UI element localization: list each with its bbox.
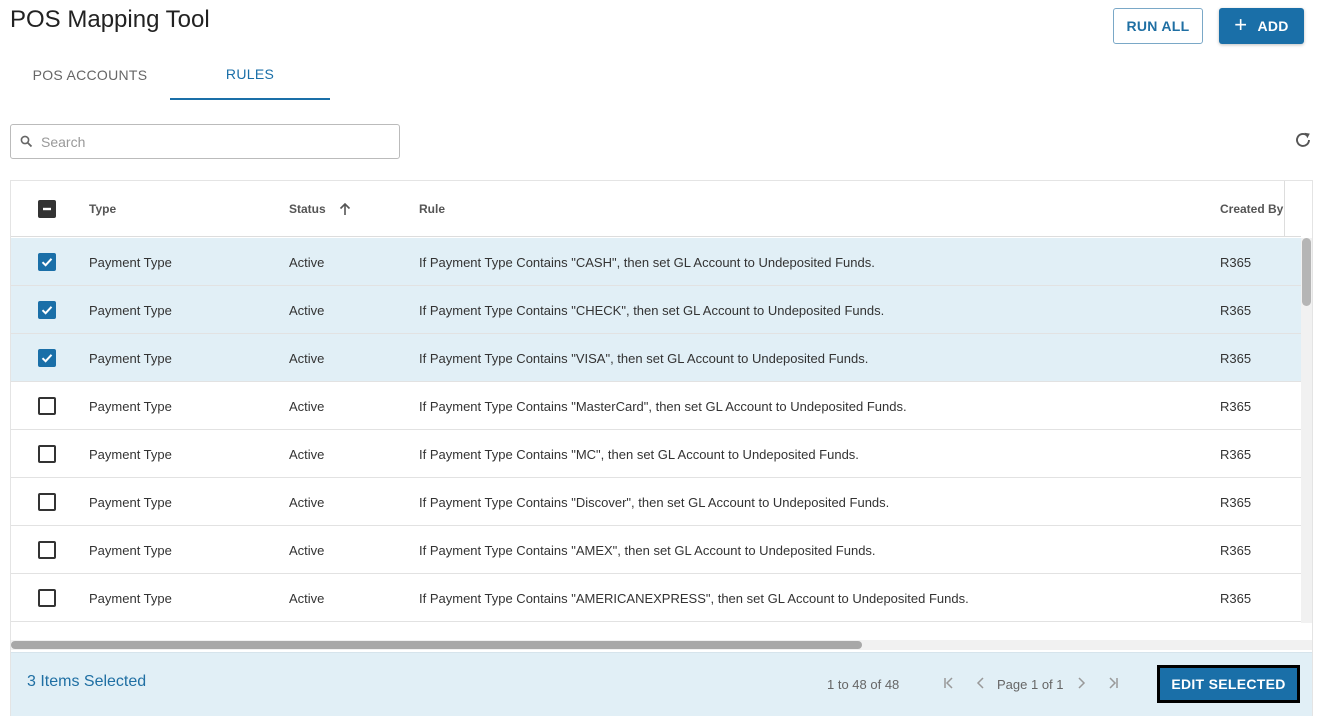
checkmark-icon	[41, 258, 53, 267]
row-checkbox[interactable]	[38, 589, 56, 607]
cell-type: Payment Type	[89, 494, 172, 510]
cell-status: Active	[289, 542, 325, 558]
horizontal-scrollbar[interactable]	[11, 640, 1312, 650]
table-row[interactable]: Payment Type Active If Payment Type Contai…	[11, 382, 1301, 430]
select-all-checkbox[interactable]	[38, 200, 56, 218]
table-row[interactable]: Payment Type Active If Payment Type Contai…	[11, 478, 1301, 526]
cell-created-by: R365	[1220, 254, 1252, 270]
cell-created-by: R365	[1220, 446, 1252, 462]
cell-status: Active	[289, 590, 325, 606]
column-header-created-by[interactable]: Created By	[1220, 181, 1283, 237]
refresh-icon[interactable]	[1294, 131, 1312, 149]
cell-status: Active	[289, 350, 325, 366]
cell-rule: If Payment Type Contains "MasterCard", t…	[419, 398, 907, 414]
selection-footer: 3 Items Selected 1 to 48 of 48 Page 1 of…	[11, 652, 1312, 716]
page-title: POS Mapping Tool	[10, 6, 210, 33]
search-icon	[20, 135, 33, 148]
last-page-icon[interactable]	[1105, 675, 1121, 691]
cell-created-by: R365	[1220, 350, 1252, 366]
row-checkbox[interactable]	[38, 349, 56, 367]
checkmark-icon	[41, 306, 53, 315]
column-header-rule[interactable]: Rule	[419, 181, 445, 237]
edit-selected-button[interactable]: EDIT SELECTED	[1157, 665, 1300, 703]
row-checkbox[interactable]	[38, 493, 56, 511]
add-button[interactable]: + ADD	[1219, 8, 1304, 44]
pagination-range: 1 to 48 of 48	[827, 677, 900, 692]
cell-type: Payment Type	[89, 302, 172, 318]
tab-rules[interactable]: RULES	[170, 50, 330, 100]
selected-count: 3 Items Selected	[27, 673, 147, 690]
table-row[interactable]: Payment Type Active If Payment Type Contai…	[11, 238, 1301, 286]
cell-status: Active	[289, 254, 325, 270]
table-body: Payment Type Active If Payment Type Contai…	[11, 238, 1301, 623]
run-all-button[interactable]: RUN ALL	[1113, 8, 1203, 44]
cell-status: Active	[289, 302, 325, 318]
table-row[interactable]: Payment Type Active If Payment Type Contai…	[11, 430, 1301, 478]
cell-created-by: R365	[1220, 494, 1252, 510]
table-row[interactable]: Payment Type Active If Payment Type Contai…	[11, 334, 1301, 382]
column-header-status[interactable]: Status	[289, 181, 352, 237]
cell-created-by: R365	[1220, 398, 1252, 414]
cell-type: Payment Type	[89, 254, 172, 270]
page-indicator: Page 1 of 1	[997, 677, 1064, 692]
cell-status: Active	[289, 398, 325, 414]
row-checkbox[interactable]	[38, 397, 56, 415]
cell-rule: If Payment Type Contains "CHECK", then s…	[419, 302, 885, 318]
cell-rule: If Payment Type Contains "MC", then set …	[419, 446, 859, 462]
cell-rule: If Payment Type Contains "Discover", the…	[419, 494, 890, 510]
cell-rule: If Payment Type Contains "CASH", then se…	[419, 254, 875, 270]
cell-created-by: R365	[1220, 302, 1252, 318]
row-checkbox[interactable]	[38, 301, 56, 319]
sort-ascending-icon	[339, 202, 350, 215]
horizontal-scroll-thumb[interactable]	[11, 641, 862, 649]
cell-rule: If Payment Type Contains "AMERICANEXPRES…	[419, 590, 969, 606]
row-checkbox[interactable]	[38, 253, 56, 271]
tab-pos-accounts[interactable]: POS ACCOUNTS	[10, 50, 170, 100]
plus-icon: +	[1234, 12, 1248, 37]
cell-rule: If Payment Type Contains "AMEX", then se…	[419, 542, 876, 558]
column-header-type[interactable]: Type	[89, 181, 116, 237]
cell-type: Payment Type	[89, 446, 172, 462]
vertical-scroll-thumb[interactable]	[1302, 238, 1311, 306]
tab-bar: POS ACCOUNTS RULES	[10, 50, 340, 100]
table-row[interactable]: Payment Type Active If Payment Type Contai…	[11, 574, 1301, 622]
next-page-icon[interactable]	[1073, 675, 1089, 691]
cell-status: Active	[289, 446, 325, 462]
first-page-icon[interactable]	[941, 675, 957, 691]
cell-rule: If Payment Type Contains "VISA", then se…	[419, 350, 869, 366]
checkmark-icon	[41, 354, 53, 363]
row-checkbox[interactable]	[38, 445, 56, 463]
cell-type: Payment Type	[89, 398, 172, 414]
vertical-scrollbar[interactable]	[1301, 238, 1312, 623]
add-button-label: ADD	[1257, 18, 1289, 34]
cell-created-by: R365	[1220, 542, 1252, 558]
cell-type: Payment Type	[89, 590, 172, 606]
cell-type: Payment Type	[89, 542, 172, 558]
previous-page-icon[interactable]	[973, 675, 989, 691]
column-divider	[1284, 181, 1285, 237]
cell-type: Payment Type	[89, 350, 172, 366]
table-row[interactable]: Payment Type Active If Payment Type Contai…	[11, 286, 1301, 334]
rules-table: Type Status Rule Created By Payment Type…	[10, 180, 1313, 716]
search-input[interactable]	[41, 125, 391, 158]
search-box	[10, 124, 400, 159]
cell-status: Active	[289, 494, 325, 510]
row-checkbox[interactable]	[38, 541, 56, 559]
table-header: Type Status Rule Created By	[11, 181, 1301, 237]
minus-icon	[43, 207, 51, 211]
table-row[interactable]: Payment Type Active If Payment Type Contai…	[11, 526, 1301, 574]
cell-created-by: R365	[1220, 590, 1252, 606]
column-header-status-label: Status	[289, 202, 326, 216]
